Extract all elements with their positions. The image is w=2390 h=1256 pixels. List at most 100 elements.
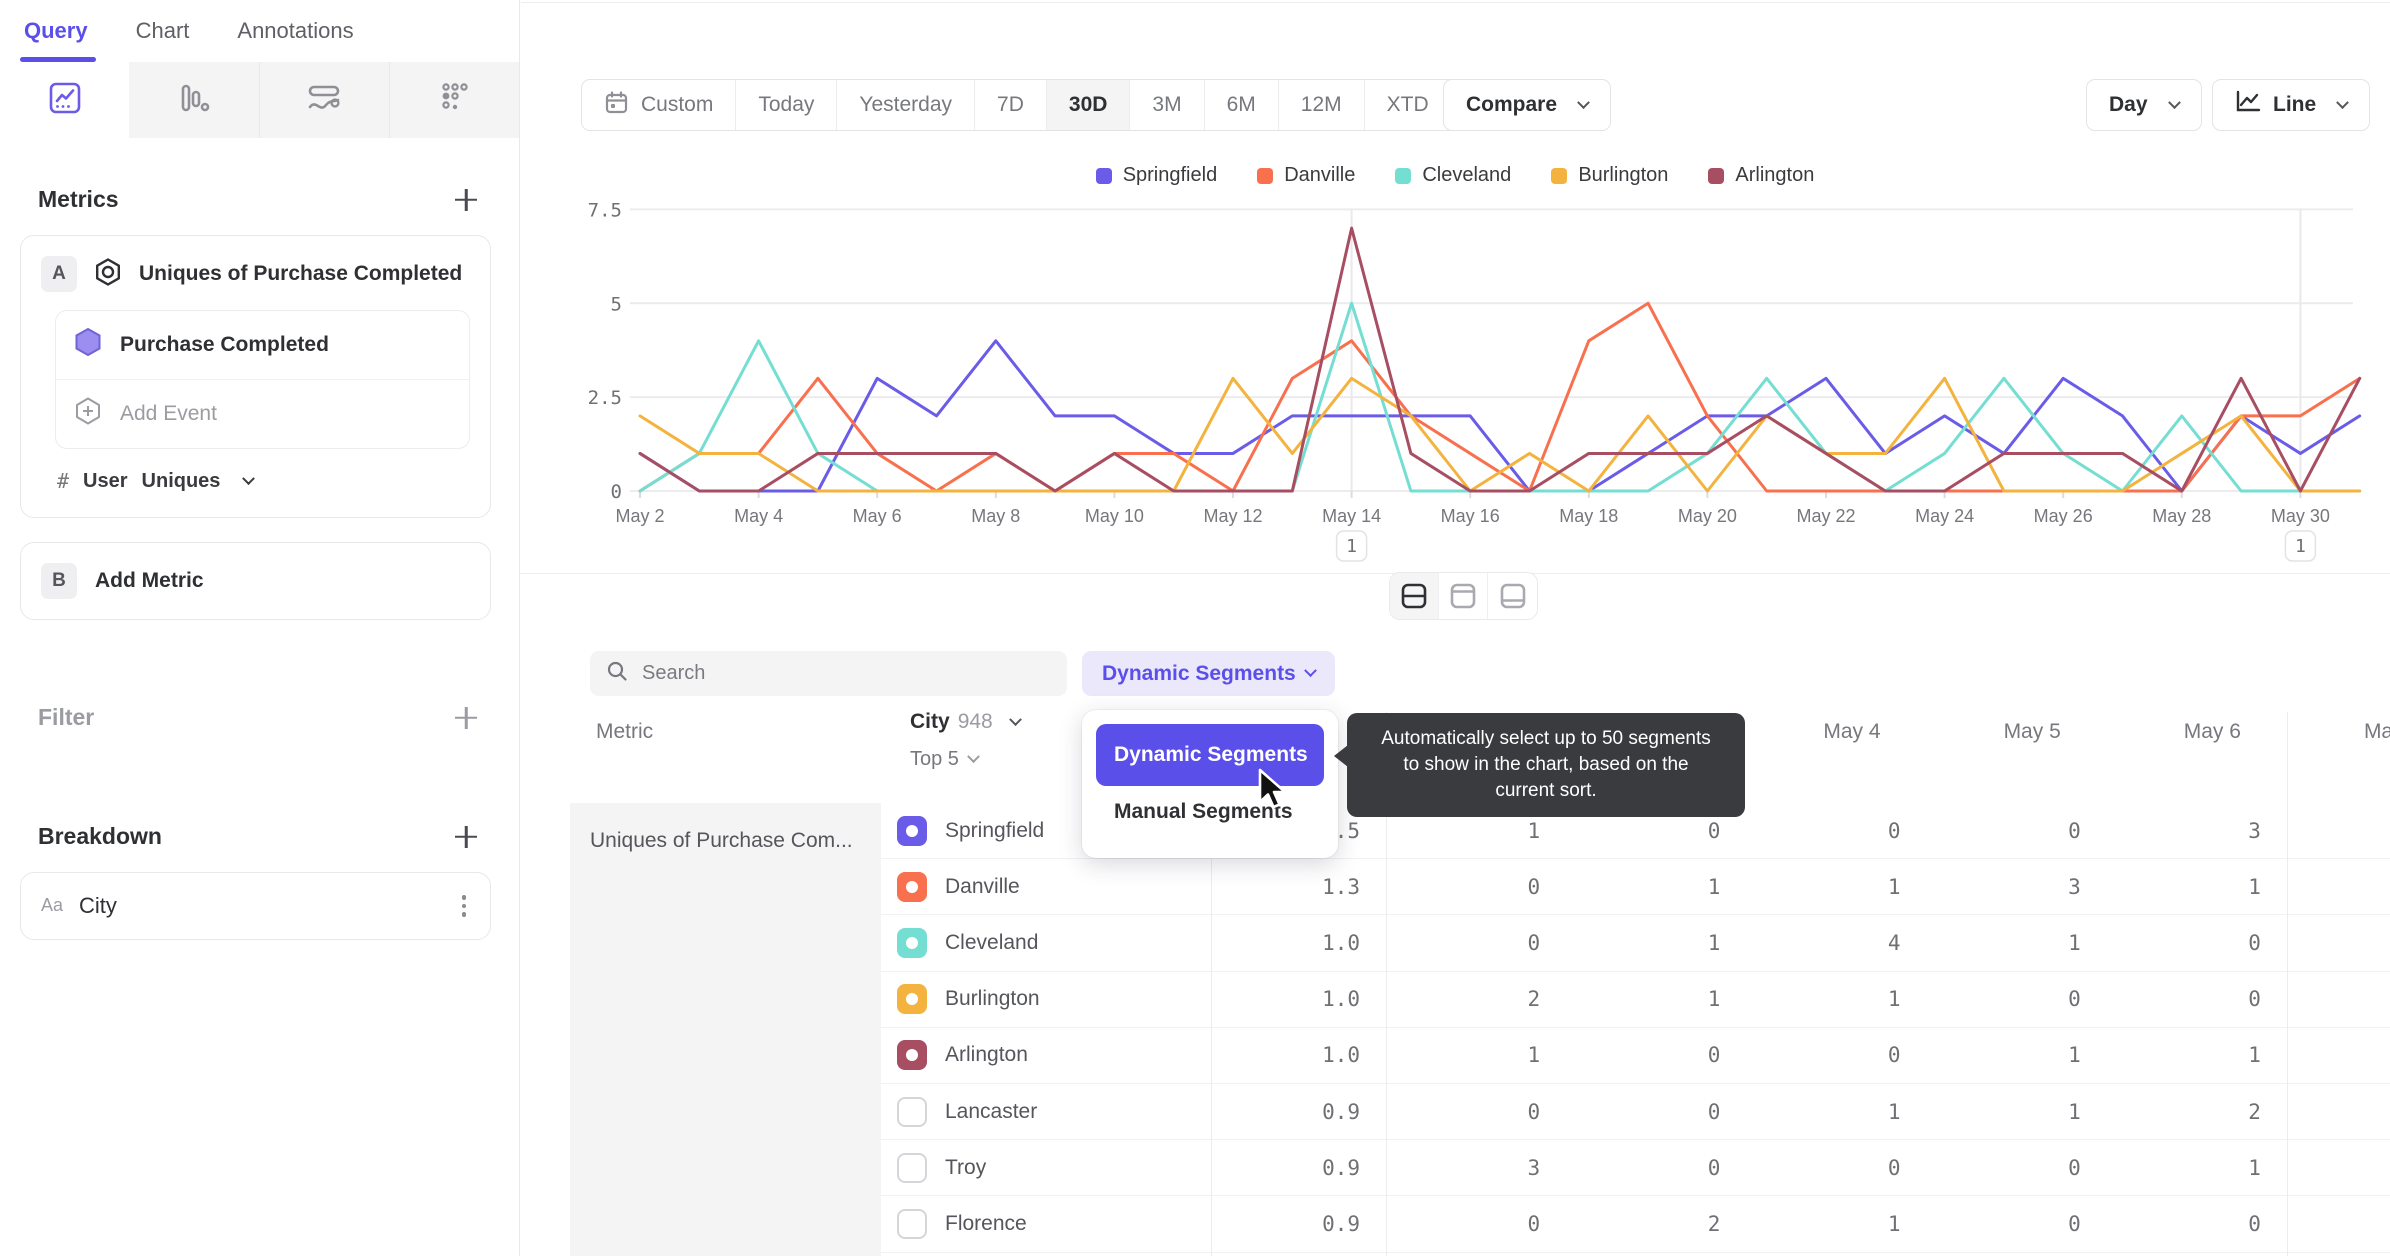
- range-label: 30D: [1068, 93, 1108, 116]
- add-metric-label: Add Metric: [95, 569, 204, 592]
- legend-item-arlington[interactable]: Arlington: [1708, 164, 1814, 187]
- bar-chart-icon: [177, 81, 211, 120]
- segment-checkbox-unchecked[interactable]: [897, 1096, 927, 1127]
- range-7d[interactable]: 7D: [975, 80, 1047, 130]
- chart-type-line-chart-icon[interactable]: [0, 62, 130, 138]
- segment-checkbox-checked[interactable]: [897, 1040, 927, 1071]
- date-column-header: May 7: [2363, 720, 2390, 743]
- x-axis-label: May 4: [734, 506, 783, 526]
- segment-checkbox-checked[interactable]: [897, 984, 927, 1015]
- table-row-burlington: Burlington 1.0 2 1 1 0 0: [881, 972, 2390, 1028]
- layout-split-equal-button[interactable]: [1390, 573, 1439, 619]
- range-today[interactable]: Today: [736, 80, 838, 130]
- event-row-purchase-completed[interactable]: Purchase Completed: [56, 311, 469, 379]
- legend-item-springfield[interactable]: Springfield: [1095, 164, 1217, 187]
- measure-selector[interactable]: # User Uniques: [57, 469, 470, 493]
- range-label: Today: [758, 93, 815, 116]
- add-event-label: Add Event: [120, 402, 217, 425]
- search-input[interactable]: [642, 662, 1051, 685]
- x-axis-label: May 2: [615, 506, 664, 526]
- cell-value: 0: [1527, 1099, 1541, 1124]
- segment-name: Troy: [945, 1155, 987, 1179]
- metric-badge-a: A: [41, 256, 77, 292]
- measure-type: Uniques: [141, 469, 221, 492]
- compare-button[interactable]: Compare: [1443, 79, 1612, 131]
- range-12m[interactable]: 12M: [1279, 80, 1365, 130]
- series-line-springfield[interactable]: [638, 339, 2362, 493]
- x-axis-label: May 14: [1322, 506, 1381, 526]
- range-6m[interactable]: 6M: [1205, 80, 1279, 130]
- cell-value: 1: [1527, 1043, 1541, 1068]
- cell-value: 0: [1887, 1043, 1901, 1068]
- range-yesterday[interactable]: Yesterday: [837, 80, 976, 130]
- range-label: 7D: [997, 93, 1024, 116]
- metric-card-a[interactable]: A Uniques of Purchase Completed Purchase…: [20, 235, 491, 518]
- cell-value: 2: [2248, 1099, 2261, 1124]
- range-label: 12M: [1300, 93, 1342, 116]
- table-row-cleveland: Cleveland 1.0 0 1 4 1 0: [881, 915, 2390, 972]
- date-column-header: May 4: [1823, 720, 1881, 743]
- chevron-down-icon: [1008, 712, 1022, 726]
- segments-mode-button[interactable]: Dynamic Segments: [1082, 651, 1335, 696]
- metric-title: Uniques of Purchase Completed: [139, 262, 463, 285]
- segment-checkbox-checked[interactable]: [897, 815, 927, 846]
- segment-checkbox-checked[interactable]: [897, 871, 927, 902]
- range-3m[interactable]: 3M: [1130, 80, 1205, 130]
- interval-dropdown[interactable]: Day: [2086, 79, 2202, 131]
- mouse-cursor: [1256, 768, 1290, 819]
- chart-style-dropdown[interactable]: Line: [2212, 79, 2371, 131]
- range-custom[interactable]: Custom: [582, 80, 737, 130]
- x-axis-label: May 6: [853, 506, 902, 526]
- tab-annotations[interactable]: Annotations: [237, 18, 353, 62]
- add-filter-button[interactable]: [453, 705, 479, 731]
- cell-value: 0: [1527, 930, 1541, 955]
- cell-value: 1: [2068, 1043, 2081, 1068]
- sort-label: Top 5: [910, 748, 959, 770]
- legend-label: Burlington: [1578, 164, 1669, 186]
- cell-value: 2: [1707, 1211, 1721, 1236]
- range-30d[interactable]: 30D: [1046, 80, 1131, 130]
- chart-type-dot-grid-icon[interactable]: [390, 62, 519, 138]
- event-hexagon-icon: [74, 327, 102, 363]
- cell-value: 0: [2248, 930, 2261, 955]
- layout-bottom-heavy-button[interactable]: [1488, 573, 1537, 619]
- metric-card-b-add[interactable]: B Add Metric: [20, 542, 491, 620]
- line-chart[interactable]: 0 2.5 5 7.5 May 2 May 4 May 6 May 8 May 10 May 12…: [505, 190, 2390, 565]
- cell-value: 1: [2248, 1155, 2261, 1180]
- cell-value: 0: [1527, 874, 1541, 899]
- avg-value: 1.0: [1322, 987, 1360, 1012]
- kebab-menu-icon[interactable]: [458, 891, 471, 921]
- tab-chart[interactable]: Chart: [136, 18, 190, 62]
- add-metric-plus-button[interactable]: [453, 187, 479, 213]
- segment-name: Cleveland: [945, 930, 1039, 954]
- event-name: Purchase Completed: [120, 333, 329, 356]
- breakdown-item-city[interactable]: Aa City: [20, 872, 491, 940]
- tab-query[interactable]: Query: [20, 18, 96, 62]
- series-line-burlington[interactable]: [638, 376, 2362, 493]
- date-column-header: May 5: [2003, 720, 2061, 743]
- segment-checkbox-checked[interactable]: [897, 927, 927, 958]
- add-event-row[interactable]: Add Event: [56, 379, 469, 448]
- interval-label: Day: [2109, 93, 2148, 116]
- cell-value: 3: [2248, 818, 2261, 843]
- legend-item-burlington[interactable]: Burlington: [1551, 164, 1668, 187]
- query-sidebar: Query Chart Annotations Metrics A Uniques …: [0, 0, 520, 1256]
- segment-search[interactable]: [590, 651, 1067, 696]
- sidebar-tabs: Query Chart Annotations: [0, 0, 519, 62]
- y-axis-label: 2.5: [588, 387, 622, 409]
- layout-top-heavy-button[interactable]: [1439, 573, 1488, 619]
- segment-checkbox-unchecked[interactable]: [897, 1152, 927, 1183]
- breakdown-property-name: City: [79, 892, 117, 918]
- legend-item-danville[interactable]: Danville: [1257, 164, 1355, 187]
- segments-table-body: Springfield 1.5 1 0 0 0 3 Danville 1.3 0 1 1 3 1 Cleve…: [881, 803, 2390, 1253]
- cell-value: 1: [1887, 987, 1901, 1012]
- add-breakdown-button[interactable]: [453, 824, 479, 850]
- cell-value: 0: [2248, 1211, 2261, 1236]
- chart-type-bar-chart-icon[interactable]: [129, 62, 260, 138]
- range-label: Yesterday: [859, 93, 953, 116]
- segment-checkbox-unchecked[interactable]: [897, 1208, 927, 1239]
- line-chart-icon: [48, 81, 82, 120]
- legend-item-cleveland[interactable]: Cleveland: [1395, 164, 1511, 187]
- chart-type-flow-icon[interactable]: [260, 62, 390, 138]
- avg-value: 1.3: [1322, 874, 1360, 899]
